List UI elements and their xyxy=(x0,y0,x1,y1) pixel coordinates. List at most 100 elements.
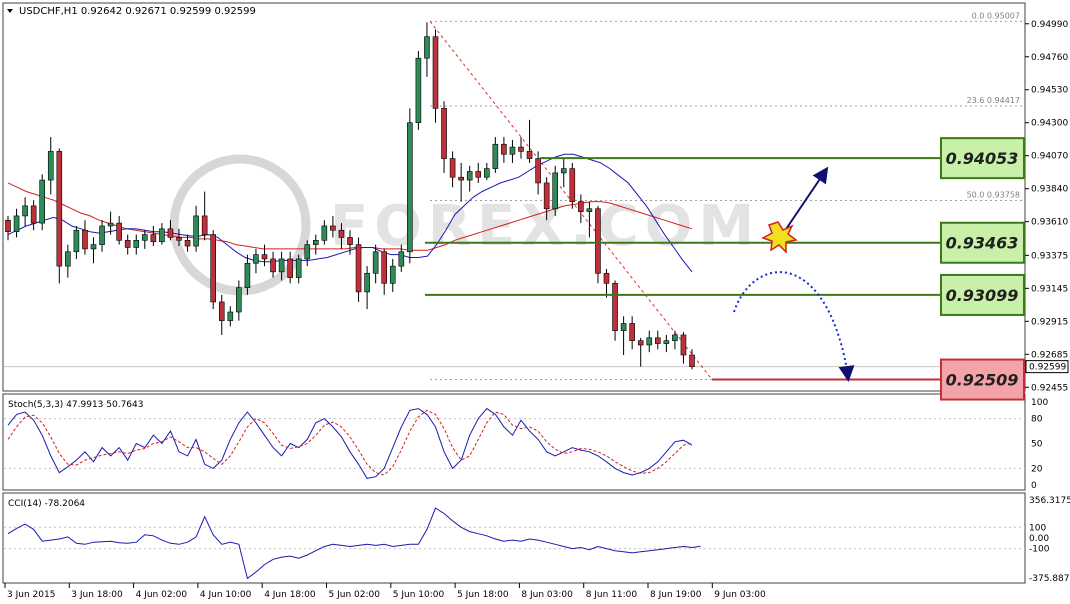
candle-body xyxy=(133,240,140,248)
candle-body xyxy=(595,208,601,274)
y-tick-label: 0.94070 xyxy=(1031,152,1068,162)
candle-body xyxy=(509,146,516,155)
candle-body xyxy=(176,237,182,241)
y-tick-label: 0.92915 xyxy=(1031,317,1068,327)
candle-body xyxy=(270,258,276,273)
level-label: 0.92509 xyxy=(946,371,1019,390)
candle-body xyxy=(654,337,661,344)
candle-body xyxy=(415,57,422,124)
symbol-header: USDCHF,H1 0.92642 0.92671 0.92599 0.9259… xyxy=(19,6,256,17)
x-tick-label: 8 Jun 11:00 xyxy=(586,590,638,600)
candle-body xyxy=(543,182,550,210)
candle-body xyxy=(501,143,507,155)
stoch-tick-label: 50 xyxy=(1031,440,1043,450)
level-label: 0.93099 xyxy=(946,286,1019,305)
candle-body xyxy=(227,311,234,321)
x-tick-label: 3 Jun 18:00 xyxy=(71,590,123,600)
candle-body xyxy=(99,225,105,245)
candle-body xyxy=(646,337,653,346)
x-tick-label: 4 Jun 10:00 xyxy=(200,590,252,600)
cci-tick-label: 0.00 xyxy=(1029,534,1049,544)
candle-body xyxy=(458,176,464,181)
candle-body xyxy=(167,228,174,238)
y-tick-label: 0.94990 xyxy=(1031,20,1068,30)
chart-header: USDCHF,H1 0.92642 0.92671 0.92599 0.9259… xyxy=(7,6,256,17)
y-tick-label: 0.94760 xyxy=(1031,53,1068,63)
candle-body xyxy=(150,234,157,243)
y-tick-label: 0.94530 xyxy=(1031,86,1068,96)
candle-body xyxy=(381,251,388,284)
candle-body xyxy=(578,201,584,212)
x-tick-label: 3 Jun 2015 xyxy=(7,590,55,600)
candle-body xyxy=(407,122,413,253)
cci-tick-label: 100 xyxy=(1029,523,1046,533)
candle-body xyxy=(30,205,37,224)
candle-body xyxy=(116,222,122,241)
x-tick-label: 5 Jun 10:00 xyxy=(393,590,445,600)
stoch-tick-label: 0 xyxy=(1031,481,1037,491)
candle-body xyxy=(663,340,670,344)
candle-body xyxy=(466,171,473,181)
candle-body xyxy=(355,244,362,293)
stoch-tick-label: 100 xyxy=(1031,398,1048,408)
candle-body xyxy=(330,225,336,231)
candle-body xyxy=(253,254,259,264)
fib-level-label: 50.0 0.93758 xyxy=(967,190,1020,199)
x-tick-label: 8 Jun 03:00 xyxy=(521,590,573,600)
fib-level-label: 0.0 0.95007 xyxy=(972,11,1020,20)
candle-body xyxy=(441,108,447,159)
candle-body xyxy=(560,168,567,174)
candle-body xyxy=(22,205,28,217)
candle-body xyxy=(218,301,225,321)
fib-level-label: 23.6 0.94417 xyxy=(967,96,1020,105)
candle-body xyxy=(424,36,430,59)
y-tick-label: 0.92685 xyxy=(1031,350,1068,360)
stoch-title: Stoch(5,3,3) 47.9913 50.7643 xyxy=(8,400,143,410)
candle-body xyxy=(672,334,678,341)
candle-body xyxy=(278,258,285,273)
candle-body xyxy=(304,244,311,260)
level-label: 0.94053 xyxy=(946,149,1019,168)
candle-body xyxy=(142,234,148,241)
current-price-label: 0.92599 xyxy=(1029,363,1066,373)
candle-body xyxy=(82,229,88,250)
candle-body xyxy=(312,240,319,245)
candle-body xyxy=(569,168,576,202)
candle-body xyxy=(321,225,328,241)
x-tick-label: 5 Jun 18:00 xyxy=(457,590,509,600)
candle-body xyxy=(372,251,379,274)
candle-body xyxy=(124,240,131,248)
y-tick-label: 0.94300 xyxy=(1031,119,1068,129)
stoch-tick-label: 20 xyxy=(1031,464,1043,474)
candle-body xyxy=(107,222,114,227)
candle-body xyxy=(347,237,353,245)
candle-body xyxy=(5,219,11,232)
y-tick-label: 0.93375 xyxy=(1031,251,1068,261)
candle-body xyxy=(184,240,191,247)
candle-body xyxy=(398,251,405,267)
candle-body xyxy=(680,334,687,356)
x-tick-label: 8 Jun 19:00 xyxy=(650,590,702,600)
y-tick-label: 0.93840 xyxy=(1031,185,1068,195)
x-tick-label: 5 Jun 02:00 xyxy=(329,590,381,600)
candle-body xyxy=(338,229,345,238)
cci-tick-label: 356.3175 xyxy=(1029,496,1070,506)
candle-body xyxy=(56,151,63,267)
candle-body xyxy=(73,229,80,253)
candle-body xyxy=(475,171,482,178)
candle-body xyxy=(261,254,268,260)
candle-body xyxy=(518,146,524,152)
candle-body xyxy=(612,283,618,331)
candle-body xyxy=(236,287,242,313)
candle-body xyxy=(47,151,54,181)
cci-tick-label: -100 xyxy=(1029,545,1050,555)
y-tick-label: 0.92455 xyxy=(1031,383,1068,393)
chart-background xyxy=(0,0,1070,604)
candle-body xyxy=(159,228,165,243)
x-tick-label: 4 Jun 18:00 xyxy=(264,590,316,600)
candle-body xyxy=(244,262,251,288)
candle-body xyxy=(287,258,293,278)
candle-body xyxy=(364,272,370,293)
level-label: 0.93463 xyxy=(946,234,1019,253)
candle-body xyxy=(193,215,199,247)
